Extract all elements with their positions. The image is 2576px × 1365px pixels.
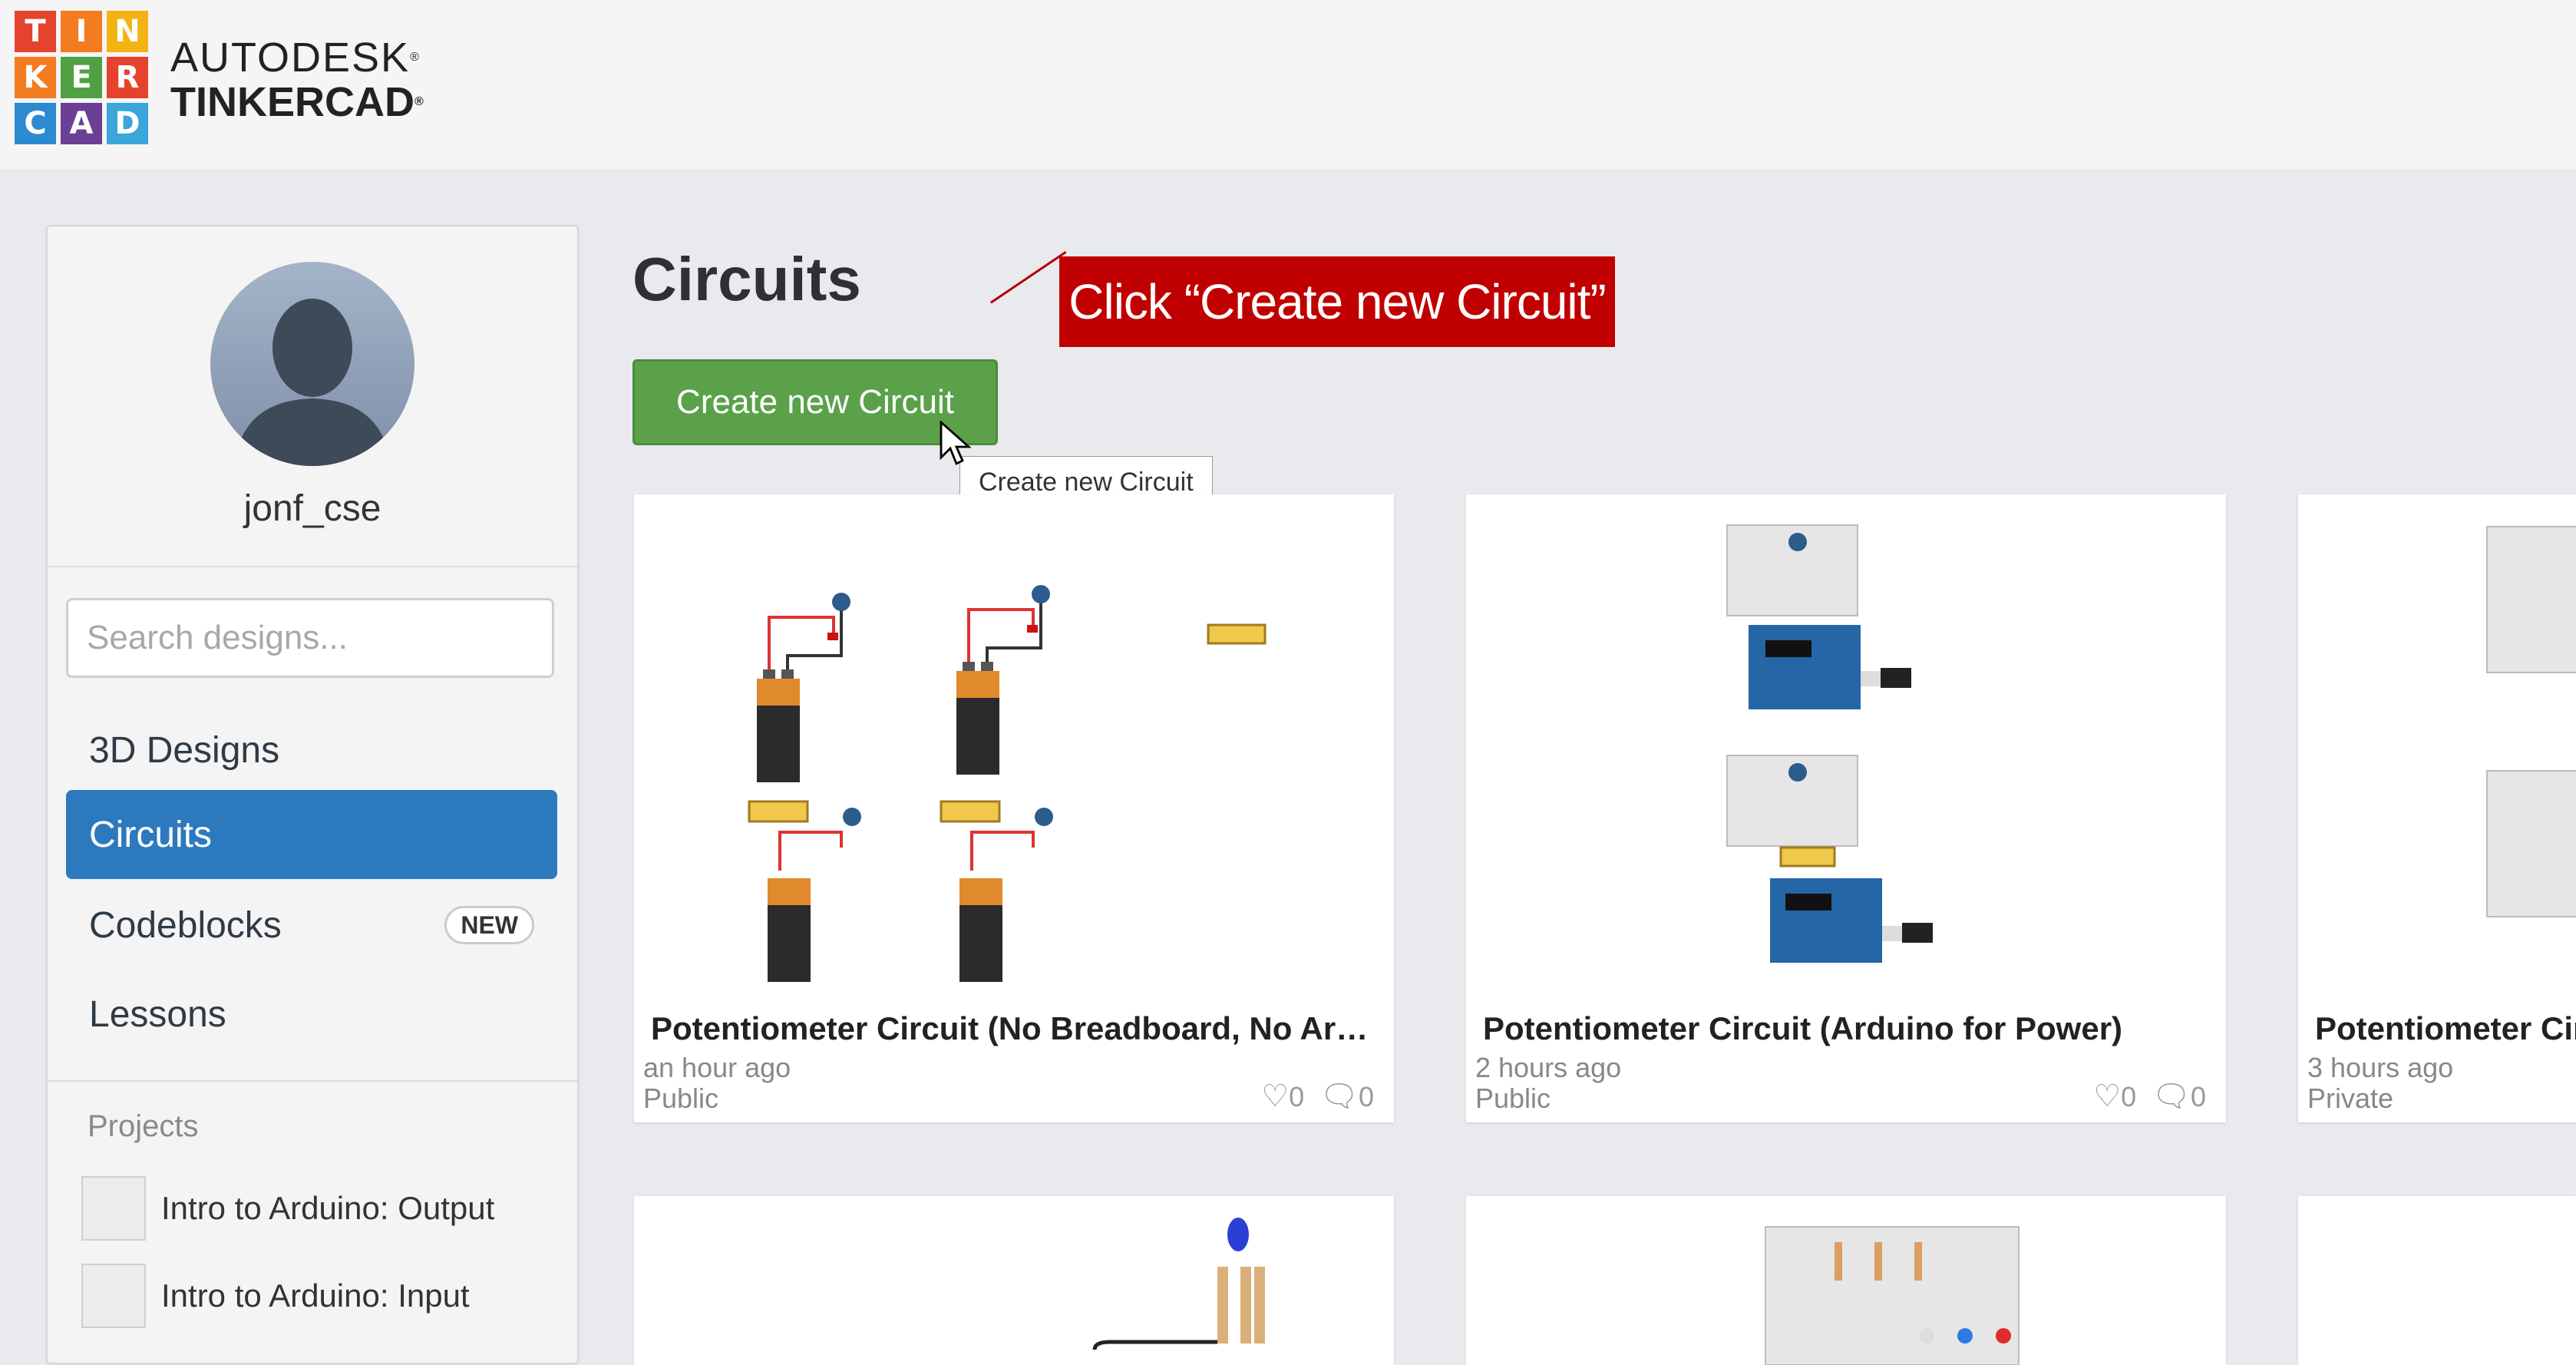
page-title: Circuits [632,245,861,313]
nav-circuits[interactable]: Circuits [66,790,557,879]
nav-label: Lessons [89,993,226,1035]
nav-label: 3D Designs [89,729,280,771]
battery-circuit [757,593,850,782]
arduino-breadboard [1726,755,1933,963]
heart-icon[interactable]: ♡ [1261,1079,1289,1113]
new-badge: NEW [444,906,534,944]
nav-codeblocks[interactable]: Codeblocks NEW [66,881,557,970]
breadboard [2486,770,2576,917]
like-count: 0 [2121,1080,2137,1112]
project-item[interactable]: Intro to Arduino: Output [81,1175,494,1241]
card-timestamp: an hour ago [643,1052,791,1083]
card-title[interactable]: Potentiometer Circuit (Arduino for Power… [1483,1010,2212,1047]
logo-letter: A [61,103,102,144]
circuit-preview-thumbnail [1092,1218,1265,1350]
mouse-cursor-icon [940,421,972,465]
tinkercad-logo[interactable]: T I N K E R C A D [15,11,148,144]
logo-letter: I [61,11,102,52]
circuit-preview-thumbnail [1765,1226,2020,1365]
card-visibility: Public [643,1082,719,1114]
design-card[interactable]: Potentiometer Circuit (Arduino for Power… [1466,494,2226,1122]
nav-3d-designs[interactable]: 3D Designs [66,706,557,795]
top-bar: T I N K E R C A D AUTODESK® TINKERCAD® [0,0,2576,169]
brand-wordmark: AUTODESK® TINKERCAD® [170,35,424,124]
logo-letter: R [107,57,148,98]
sidebar: jonf_cse 3D Designs Circuits Codeblocks … [46,225,579,1364]
nav-label: Circuits [89,814,213,855]
username[interactable]: jonf_cse [48,488,577,530]
comment-icon[interactable]: 🗨 [2152,1079,2191,1113]
comment-count: 0 [1358,1081,1374,1112]
like-count: 0 [1289,1080,1305,1112]
comment-icon[interactable]: 🗨 [1319,1079,1359,1113]
breadboard [2486,526,2576,673]
avatar[interactable] [210,262,414,466]
search-input[interactable] [66,598,554,678]
callout-pointer [990,251,1067,304]
nav-lessons[interactable]: Lessons [66,970,557,1059]
button-label: Create new Circuit [676,383,954,421]
callout-text: Click “Create new Circuit” [1068,274,1606,329]
card-timestamp: 3 hours ago [2307,1052,2454,1083]
brand-line1: AUTODESK [170,35,411,81]
logo-letter: N [107,11,148,52]
instruction-callout: Click “Create new Circuit” [1059,256,1615,347]
battery-circuit [940,800,1053,982]
logo-letter: E [61,57,102,98]
arduino-breadboard [1726,524,1911,709]
heart-icon[interactable]: ♡ [2093,1079,2121,1113]
registered-mark: ® [410,51,421,64]
card-title[interactable]: Potentiometer Circuit (No Breadboard, No… [651,1010,1380,1047]
logo-letter: T [15,11,56,52]
brand-line2: TINKERCAD [170,79,414,125]
design-card[interactable] [634,1196,1394,1365]
project-thumbnail [81,1176,146,1241]
project-item[interactable]: Intro to Arduino: Input [81,1263,470,1329]
circuit-preview-thumbnail [748,585,1267,982]
card-stats: ♡0 🗨0 [2093,1078,2206,1114]
project-label: Intro to Arduino: Input [161,1277,470,1314]
circuit-preview-thumbnail [2486,526,2576,917]
project-label: Intro to Arduino: Output [161,1190,495,1226]
card-title[interactable]: Potentiometer Circ [2315,1010,2576,1047]
battery-circuit [956,585,1050,775]
design-card[interactable] [1466,1196,2226,1365]
divider [48,1080,577,1082]
lcd-component [1207,623,1267,645]
registered-mark: ® [414,95,424,108]
comment-count: 0 [2190,1081,2206,1112]
design-card[interactable]: Potentiometer Circ 3 hours ago Private [2298,494,2576,1122]
projects-heading: Projects [88,1109,199,1143]
project-thumbnail [81,1264,146,1328]
design-card[interactable] [2298,1196,2576,1365]
card-visibility: Private [2307,1082,2394,1114]
logo-letter: K [15,57,56,98]
battery-circuit [748,800,861,982]
user-silhouette-icon [233,299,391,466]
card-stats: ♡0 🗨0 [1261,1078,1374,1114]
logo-letter: D [107,103,148,144]
circuit-preview-thumbnail [1726,524,1933,963]
nav-label: Codeblocks [89,904,282,946]
card-timestamp: 2 hours ago [1475,1052,1622,1083]
card-visibility: Public [1475,1082,1551,1114]
divider [48,566,577,567]
design-card[interactable]: Potentiometer Circuit (No Breadboard, No… [634,494,1394,1122]
logo-letter: C [15,103,56,144]
